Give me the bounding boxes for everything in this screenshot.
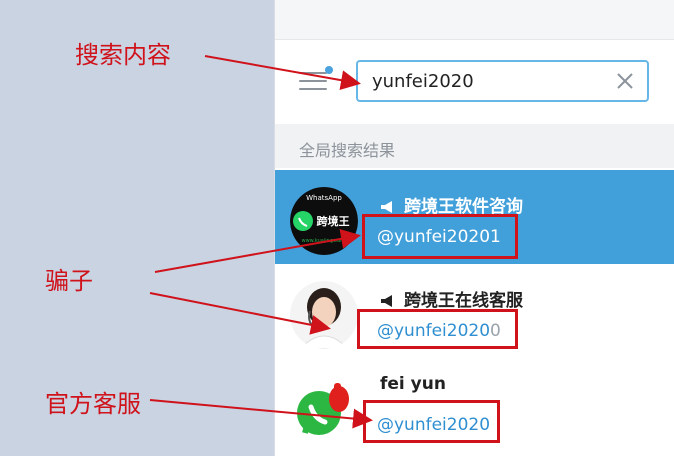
highlight-box [357, 309, 518, 349]
section-header: 全局搜索结果 [275, 124, 674, 168]
annotation-scammer: 骗子 [45, 267, 93, 295]
avatar-brand: 跨境王 [317, 214, 350, 228]
section-title: 全局搜索结果 [299, 141, 396, 160]
avatar-caption: WhatsApp [306, 194, 342, 202]
megaphone-icon [381, 295, 392, 307]
megaphone-icon [381, 201, 392, 213]
avatar [290, 375, 358, 443]
annotation-official: 官方客服 [45, 390, 141, 418]
search-input[interactable]: yunfei2020 [372, 71, 474, 92]
highlight-box [363, 400, 500, 443]
result-title: fei yun [380, 374, 446, 394]
avatar: WhatsApp 跨境王 www.kuajingwang [290, 187, 358, 255]
close-icon[interactable] [615, 71, 635, 91]
search-field[interactable]: yunfei2020 [356, 60, 649, 102]
result-title: 跨境王在线客服 [380, 286, 523, 311]
title-bar [275, 0, 674, 40]
annotation-search-content: 搜索内容 [75, 41, 171, 69]
avatar-url: www.kuajingwang [302, 238, 347, 244]
avatar [290, 281, 358, 349]
menu-icon[interactable] [299, 72, 327, 92]
highlight-box [362, 214, 518, 259]
notification-dot [325, 66, 333, 74]
